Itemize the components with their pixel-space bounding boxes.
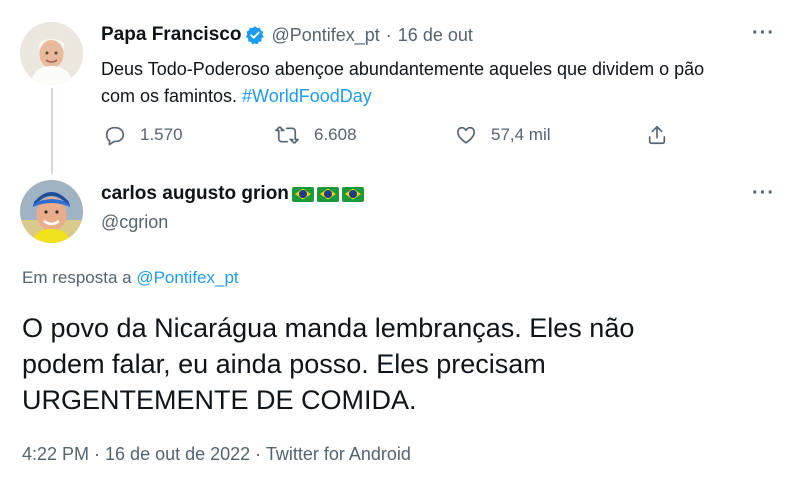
tweet1-text-line2: com os famintos.	[101, 86, 243, 106]
tweet2-handle[interactable]: @cgrion	[101, 212, 168, 233]
brazil-flag-icon	[316, 186, 339, 202]
tweet1-date[interactable]: 16 de out	[398, 25, 473, 46]
like-icon	[456, 126, 476, 144]
avatar-carlos-augusto-grion[interactable]	[20, 180, 83, 243]
retweet-icon	[275, 126, 299, 144]
tweet2-more-icon[interactable]: ···	[752, 182, 775, 205]
share-icon	[648, 125, 666, 145]
tweet1-display-name[interactable]: Papa Francisco	[101, 24, 241, 46]
like-count: 57,4 mil	[491, 125, 551, 144]
retweet-count: 6.608	[314, 125, 357, 144]
tweet2-meta[interactable]: 4:22 PM · 16 de out de 2022 · Twitter fo…	[22, 444, 411, 465]
tweet1-separator: ·	[385, 24, 392, 45]
brazil-flag-icon	[341, 186, 364, 202]
retweet-button[interactable]: 6.608	[274, 124, 357, 146]
tweet1-handle[interactable]: @Pontifex_pt	[271, 25, 379, 46]
avatar-papa-francisco[interactable]	[20, 22, 83, 85]
tweet2-body: O povo da Nicarágua manda lembranças. El…	[22, 310, 634, 418]
brazil-flag-icon	[291, 186, 314, 202]
tweet1-text-line1: Deus Todo-Poderoso abençoe abundantement…	[101, 59, 705, 79]
tweet2-body-line3: URGENTEMENTE DE COMIDA.	[22, 385, 417, 415]
hashtag-link[interactable]: #WorldFoodDay	[242, 86, 372, 106]
reply-icon	[105, 126, 125, 146]
reply-context: Em resposta a @Pontifex_pt	[22, 268, 239, 288]
share-button[interactable]	[646, 124, 668, 151]
thread-connector-line	[51, 88, 53, 174]
tweet1-header: Papa Francisco @Pontifex_pt · 16 de out	[101, 24, 473, 46]
reply-button[interactable]: 1.570	[104, 124, 183, 146]
tweet1-more-icon[interactable]: ···	[752, 22, 775, 45]
tweet1-text: Deus Todo-Poderoso abençoe abundantement…	[101, 56, 704, 110]
reply-to-link[interactable]: @Pontifex_pt	[136, 268, 238, 287]
tweet2-body-line2: podem falar, eu ainda posso. Eles precis…	[22, 349, 546, 379]
verified-badge-icon	[245, 25, 265, 45]
tweet2-display-name[interactable]: carlos augusto grion	[101, 183, 289, 205]
like-button[interactable]: 57,4 mil	[455, 124, 551, 146]
tweet2-body-line1: O povo da Nicarágua manda lembranças. El…	[22, 313, 635, 343]
reply-context-label: Em resposta a	[22, 268, 137, 287]
reply-count: 1.570	[140, 125, 183, 144]
tweet2-header: carlos augusto grion	[101, 183, 364, 205]
